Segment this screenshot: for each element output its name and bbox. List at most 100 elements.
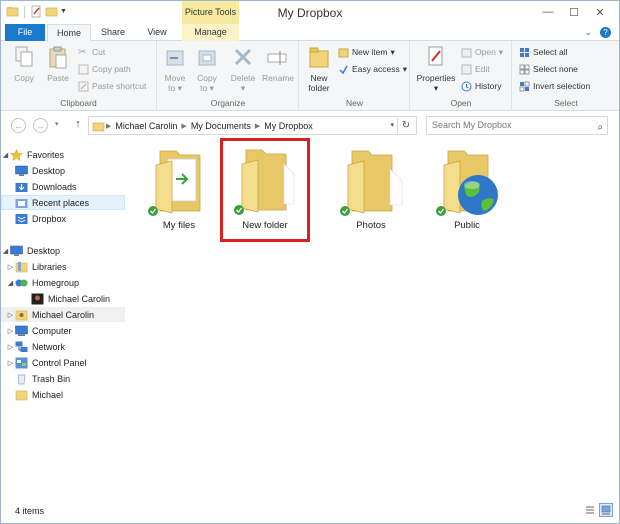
tab-manage[interactable]: Manage (182, 24, 239, 41)
nav-favorites[interactable]: ◢ Favorites (1, 147, 129, 162)
arrow-right-icon: → (36, 120, 45, 131)
new-group-label: New (345, 98, 363, 108)
copy-path-button[interactable]: Copy path (78, 62, 131, 76)
maximize-button[interactable]: ☐ (561, 3, 587, 21)
collapsed-arrow-icon[interactable]: ▷ (6, 359, 15, 367)
select-all-button[interactable]: Select all (519, 45, 568, 59)
breadcrumb[interactable]: ▶ Michael Carolin ▶ My Documents ▶ My Dr… (88, 116, 417, 135)
nav-recent-places[interactable]: Recent places (1, 195, 125, 210)
address-dropdown-chevron-icon[interactable]: ▾ (390, 121, 394, 129)
copy-icon (15, 46, 33, 67)
new-item-button[interactable]: New item ▾ (338, 45, 395, 59)
recent-locations-chevron-icon[interactable]: ▾ (55, 120, 59, 128)
explorer-window: ▼ Picture Tools My Dropbox — ☐ ✕ File Ho… (0, 0, 620, 524)
expanded-arrow-icon[interactable]: ◢ (6, 279, 15, 287)
refresh-button[interactable]: ↻ (397, 118, 414, 133)
move-to-chevron-icon: ▾ (177, 83, 182, 93)
picture-tools-contextual-tab: Picture Tools (182, 1, 239, 24)
nav-homegroup-user[interactable]: Michael Carolin (1, 291, 129, 306)
open-button[interactable]: Open ▾ (461, 45, 503, 59)
nav-network[interactable]: ▷ Network (1, 339, 129, 354)
chevron-right-icon: ▶ (254, 122, 261, 130)
new-folder-icon[interactable] (45, 5, 58, 18)
collapsed-arrow-icon[interactable]: ▷ (6, 343, 15, 351)
history-button[interactable]: History (461, 79, 501, 93)
paste-icon (49, 46, 67, 69)
expand-ribbon-chevron-icon[interactable]: ⌄ (584, 27, 592, 38)
clipboard-group-label: Clipboard (60, 98, 97, 108)
tab-home[interactable]: Home (47, 24, 91, 42)
nav-dropbox[interactable]: Dropbox (1, 211, 129, 226)
collapsed-arrow-icon[interactable]: ▷ (6, 311, 15, 319)
breadcrumb-item[interactable]: Michael Carolin (112, 121, 180, 131)
copy-button[interactable]: Copy (9, 45, 39, 83)
nav-desktop[interactable]: ◢ Desktop (1, 243, 129, 258)
arrow-left-icon: ← (14, 120, 23, 131)
view-switcher (583, 503, 613, 517)
globe-folder-icon (436, 150, 498, 216)
paste-button[interactable]: Paste (43, 45, 73, 83)
properties-chevron-icon: ▾ (433, 83, 439, 93)
new-item-chevron-icon: ▾ (390, 46, 395, 57)
forward-button[interactable]: → (33, 118, 48, 133)
search-input[interactable]: Search My Dropbox ⌕ (426, 116, 608, 135)
nav-user-folder[interactable]: ▷ Michael Carolin (1, 307, 125, 322)
clipboard-group: Copy Paste ✂ Cut Copy path Paste shortcut… (1, 41, 157, 111)
open-icon (461, 48, 472, 57)
nav-control-panel[interactable]: ▷ Control Panel (1, 355, 129, 370)
folder-item-photos[interactable]: Photos (327, 143, 415, 239)
close-button[interactable]: ✕ (587, 3, 613, 21)
paste-shortcut-button[interactable]: Paste shortcut (78, 79, 146, 93)
nav-computer[interactable]: ▷ Computer (1, 323, 129, 338)
properties-button[interactable]: Properties ▾ (416, 45, 456, 93)
minimize-button[interactable]: — (535, 3, 561, 21)
details-view-button[interactable] (583, 503, 597, 517)
nav-homegroup[interactable]: ◢ Homegroup (1, 275, 129, 290)
breadcrumb-item[interactable]: My Dropbox (261, 121, 316, 131)
customize-toolbar-chevron-icon[interactable]: ▼ (60, 8, 67, 15)
rename-button[interactable]: Rename (262, 45, 294, 83)
invert-selection-button[interactable]: Invert selection (519, 79, 590, 93)
collapsed-arrow-icon[interactable]: ▷ (6, 327, 15, 335)
up-button[interactable]: ↑ (71, 118, 85, 133)
expanded-arrow-icon[interactable]: ◢ (1, 151, 10, 159)
move-to-button[interactable]: Move to ▾ (160, 45, 190, 93)
cut-button[interactable]: ✂ Cut (78, 45, 105, 59)
desktop-icon (15, 165, 28, 176)
easy-access-button[interactable]: Easy access ▾ (338, 62, 407, 76)
select-none-button[interactable]: Select none (519, 62, 578, 76)
copy-to-button[interactable]: Copy to ▾ (192, 45, 222, 93)
collapsed-arrow-icon[interactable]: ▷ (6, 263, 15, 271)
folder-item-my-files[interactable]: My files (135, 143, 223, 239)
computer-icon (15, 325, 28, 336)
folder-item-public[interactable]: Public (423, 143, 511, 239)
user-avatar-icon (31, 293, 44, 304)
downloads-icon (15, 182, 28, 192)
window-controls: — ☐ ✕ (535, 3, 613, 21)
breadcrumb-item[interactable]: My Documents (188, 121, 254, 131)
nav-michael[interactable]: Michael (1, 387, 129, 402)
organize-group: Move to ▾ Copy to ▾ Delete ▾ Rename Organiz… (158, 41, 299, 111)
folder-item-new-folder[interactable]: New folder (220, 138, 310, 242)
large-icons-view-button[interactable] (599, 503, 613, 517)
help-icon[interactable]: ? (600, 27, 611, 38)
tab-share[interactable]: Share (93, 24, 133, 41)
refresh-icon: ↻ (401, 120, 411, 131)
nav-desktop-favorite[interactable]: Desktop (1, 163, 129, 178)
tab-view[interactable]: View (135, 24, 179, 41)
details-view-icon (586, 506, 594, 514)
edit-button[interactable]: Edit (461, 62, 490, 76)
new-folder-button[interactable]: New folder (304, 45, 334, 93)
open-chevron-icon: ▾ (498, 46, 504, 57)
nav-trash-bin[interactable]: Trash Bin (1, 371, 129, 386)
nav-libraries[interactable]: ▷ Libraries (1, 259, 129, 274)
window-title: My Dropbox (277, 6, 343, 20)
expanded-arrow-icon[interactable]: ◢ (1, 247, 10, 255)
delete-button[interactable]: Delete ▾ (228, 45, 258, 93)
back-button[interactable]: ← (11, 118, 26, 133)
user-folder-icon (15, 310, 28, 320)
properties-icon[interactable] (30, 5, 43, 18)
search-icon[interactable]: ⌕ (597, 119, 603, 136)
nav-downloads[interactable]: Downloads (1, 179, 129, 194)
tab-file[interactable]: File (5, 24, 45, 41)
